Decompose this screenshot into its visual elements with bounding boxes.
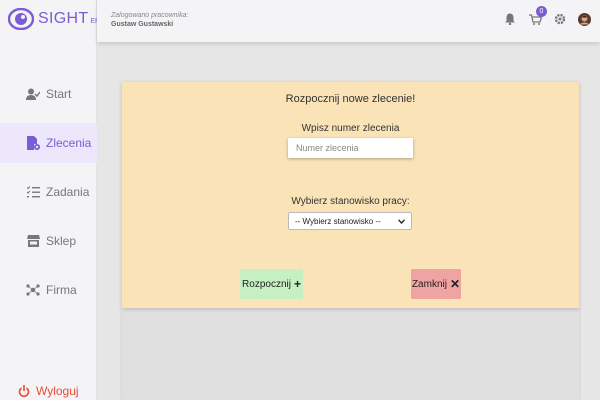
eye-logo-icon [7,7,35,31]
close-icon: ✕ [449,277,461,291]
logout-label: Wyloguj [36,384,79,398]
sidebar: SIGHT ERP Start Zlecenia Zadania Sklep F… [0,0,105,400]
start-button[interactable]: Rozpocznij + [240,269,303,299]
store-icon [26,234,40,248]
avatar[interactable] [577,12,591,26]
app-name: SIGHT [38,10,89,27]
bell-icon[interactable] [503,12,517,26]
sidebar-item-start[interactable]: Start [0,74,97,114]
sidebar-item-sklep[interactable]: Sklep [0,221,97,261]
sidebar-item-label: Zadania [46,185,90,199]
sidebar-item-label: Start [46,87,72,101]
file-gear-icon [26,136,40,150]
close-button-label: Zamknij [411,278,447,290]
employee-name: Gustaw Gustawski [111,21,174,28]
chevron-down-icon [398,217,405,226]
sidebar-item-zlecenia[interactable]: Zlecenia [0,123,97,163]
order-number-input[interactable] [288,138,413,158]
sidebar-item-label: Zlecenia [46,136,92,150]
workstation-label: Wybierz stanowisko pracy: [291,196,410,207]
logout-button[interactable]: Wyloguj [18,384,79,398]
network-icon [26,283,40,297]
panel-title: Rozpocznij nowe zlecenie! [285,93,416,105]
sidebar-item-zadania[interactable]: Zadania [0,172,97,212]
sidebar-item-label: Sklep [46,234,77,248]
start-button-label: Rozpocznij [242,278,291,290]
plus-icon: + [293,277,301,291]
user-check-icon [26,87,40,101]
new-order-panel: Rozpocznij nowe zlecenie! Wpisz numer zl… [122,82,579,308]
gear-icon[interactable] [553,12,567,26]
top-bar: Zalogowano pracownika: Gustaw Gustawski … [97,0,600,42]
cart-count-badge: 0 [536,6,547,17]
power-icon [18,385,30,397]
sidebar-item-label: Firma [46,283,77,297]
close-button[interactable]: Zamknij ✕ [411,269,461,299]
workstation-select[interactable]: -- Wybierz stanowisko -- [288,212,412,230]
employee-label: Zalogowano pracownika: [111,12,189,19]
sidebar-item-firma[interactable]: Firma [0,270,97,310]
tasks-icon [26,185,40,199]
content-area [122,308,579,400]
order-number-label: Wpisz numer zlecenia [301,123,400,134]
app-logo[interactable]: SIGHT ERP [7,7,105,31]
workstation-selected-value: -- Wybierz stanowisko -- [295,216,381,226]
